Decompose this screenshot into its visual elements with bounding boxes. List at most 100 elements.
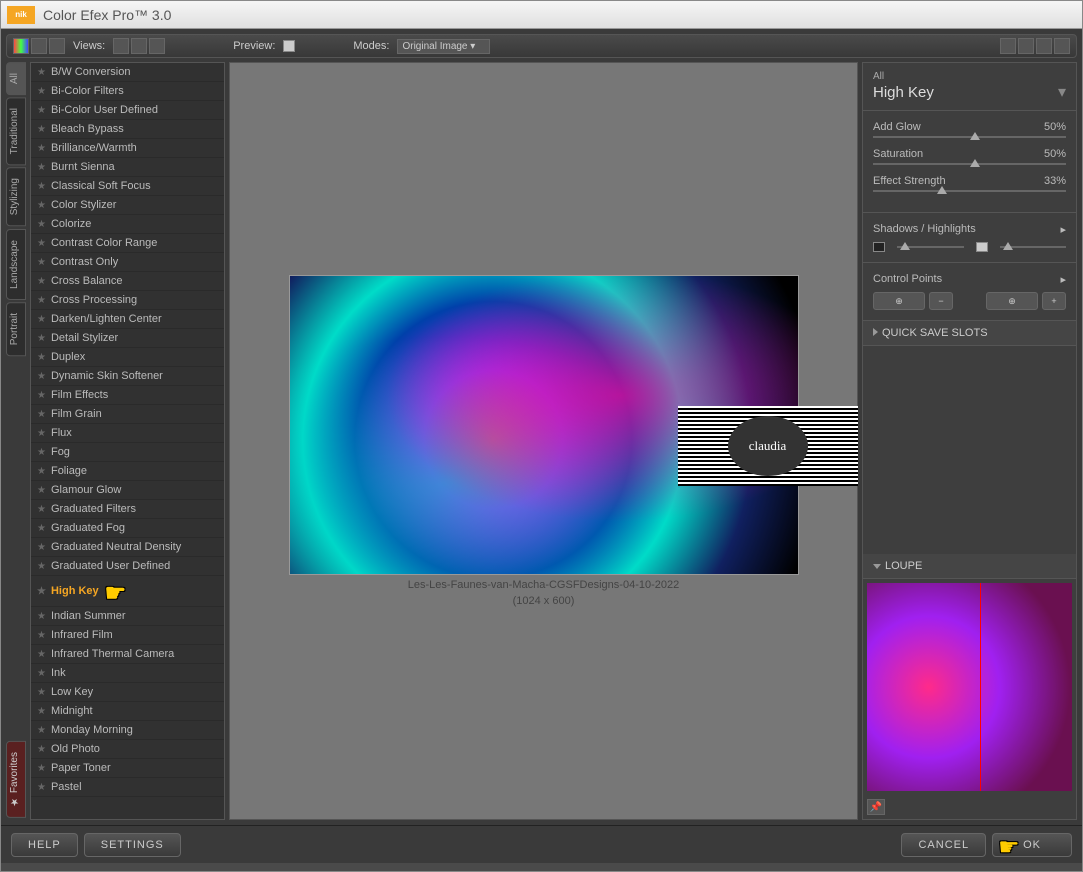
favorites-tab[interactable]: ★ Favorites	[6, 741, 26, 818]
filter-item[interactable]: ★Cross Processing	[31, 291, 224, 310]
filter-list[interactable]: ★B/W Conversion★Bi-Color Filters★Bi-Colo…	[30, 62, 225, 820]
filter-item[interactable]: ★Foliage	[31, 462, 224, 481]
ok-button[interactable]: OK	[992, 833, 1072, 857]
filter-item[interactable]: ★Classical Soft Focus	[31, 177, 224, 196]
star-icon[interactable]: ★	[37, 630, 46, 641]
filter-item[interactable]: ★Pastel	[31, 778, 224, 797]
filter-item[interactable]: ★Infrared Thermal Camera	[31, 645, 224, 664]
star-icon[interactable]: ★	[37, 67, 46, 78]
filter-item[interactable]: ★Graduated User Defined	[31, 557, 224, 576]
preview-checkbox[interactable]: ✓	[283, 40, 295, 52]
modes-dropdown[interactable]: Original Image ▾	[397, 39, 490, 54]
filter-item[interactable]: ★Contrast Color Range	[31, 234, 224, 253]
filter-item[interactable]: ★Ink	[31, 664, 224, 683]
add-control-point-button[interactable]: ⊕	[873, 292, 925, 310]
filter-item[interactable]: ★Graduated Neutral Density	[31, 538, 224, 557]
star-icon[interactable]: ★	[37, 542, 46, 553]
loupe-header[interactable]: LOUPE	[863, 554, 1076, 579]
zoom-tool-icon[interactable]	[1018, 38, 1034, 54]
filter-item[interactable]: ★Dynamic Skin Softener	[31, 367, 224, 386]
filter-item[interactable]: ★Monday Morning	[31, 721, 224, 740]
star-icon[interactable]: ★	[37, 143, 46, 154]
star-icon[interactable]: ★	[37, 295, 46, 306]
star-icon[interactable]: ★	[37, 466, 46, 477]
filter-item[interactable]: ★Graduated Filters	[31, 500, 224, 519]
star-icon[interactable]: ★	[37, 257, 46, 268]
layout-single-icon[interactable]	[113, 38, 129, 54]
cancel-button[interactable]: CANCEL	[901, 833, 986, 857]
filter-item[interactable]: ★Midnight	[31, 702, 224, 721]
filter-item[interactable]: ★Duplex	[31, 348, 224, 367]
filter-item[interactable]: ★Bi-Color Filters	[31, 82, 224, 101]
pin-button[interactable]: 📌	[867, 799, 885, 815]
filter-item[interactable]: ★Flux	[31, 424, 224, 443]
loupe-preview[interactable]	[867, 583, 1072, 791]
quick-save-slots-header[interactable]: QUICK SAVE SLOTS	[863, 321, 1076, 346]
filter-item[interactable]: ★Low Key	[31, 683, 224, 702]
remove-control-point-button[interactable]: −	[929, 292, 953, 310]
star-icon[interactable]: ★	[37, 763, 46, 774]
star-icon[interactable]: ★	[37, 409, 46, 420]
control-point-add-button[interactable]: +	[1042, 292, 1066, 310]
layout-split-icon[interactable]	[131, 38, 147, 54]
star-icon[interactable]: ★	[37, 523, 46, 534]
slider-track[interactable]	[873, 136, 1066, 138]
star-icon[interactable]: ★	[37, 744, 46, 755]
filter-item[interactable]: ★Paper Toner	[31, 759, 224, 778]
star-icon[interactable]: ★	[37, 200, 46, 211]
view-mode-icon-3[interactable]	[49, 38, 65, 54]
filter-item[interactable]: ★Colorize	[31, 215, 224, 234]
filter-item[interactable]: ★Burnt Sienna	[31, 158, 224, 177]
filter-item[interactable]: ★High Key	[31, 576, 224, 607]
star-icon[interactable]: ★	[37, 561, 46, 572]
star-icon[interactable]: ★	[37, 352, 46, 363]
filter-item[interactable]: ★Indian Summer	[31, 607, 224, 626]
star-icon[interactable]: ★	[37, 687, 46, 698]
filter-item[interactable]: ★Bleach Bypass	[31, 120, 224, 139]
star-icon[interactable]: ★	[37, 333, 46, 344]
filter-item[interactable]: ★Detail Stylizer	[31, 329, 224, 348]
star-icon[interactable]: ★	[37, 390, 46, 401]
category-tab-traditional[interactable]: Traditional	[6, 97, 26, 165]
star-icon[interactable]: ★	[37, 668, 46, 679]
lightbulb-tool-icon[interactable]	[1054, 38, 1070, 54]
star-icon[interactable]: ★	[37, 105, 46, 116]
star-icon[interactable]: ★	[37, 162, 46, 173]
layout-side-icon[interactable]	[149, 38, 165, 54]
star-icon[interactable]: ★	[37, 447, 46, 458]
star-icon[interactable]: ★	[37, 181, 46, 192]
pointer-tool-icon[interactable]	[1000, 38, 1016, 54]
category-tab-landscape[interactable]: Landscape	[6, 229, 26, 300]
filter-item[interactable]: ★Glamour Glow	[31, 481, 224, 500]
settings-button[interactable]: SETTINGS	[84, 833, 181, 857]
star-icon[interactable]: ★	[37, 219, 46, 230]
dropdown-icon[interactable]: ▾	[1058, 82, 1066, 102]
star-icon[interactable]: ★	[37, 611, 46, 622]
collapse-icon[interactable]: ▸	[1060, 223, 1066, 236]
shadows-slider[interactable]	[897, 246, 964, 248]
filter-item[interactable]: ★Contrast Only	[31, 253, 224, 272]
star-icon[interactable]: ★	[37, 485, 46, 496]
filter-item[interactable]: ★Fog	[31, 443, 224, 462]
star-icon[interactable]: ★	[37, 314, 46, 325]
filter-item[interactable]: ★Darken/Lighten Center	[31, 310, 224, 329]
help-button[interactable]: HELP	[11, 833, 78, 857]
star-icon[interactable]: ★	[37, 725, 46, 736]
slider-track[interactable]	[873, 190, 1066, 192]
filter-item[interactable]: ★Color Stylizer	[31, 196, 224, 215]
star-icon[interactable]: ★	[37, 86, 46, 97]
category-tab-all[interactable]: All	[6, 62, 26, 95]
star-icon[interactable]: ★	[37, 238, 46, 249]
star-icon[interactable]: ★	[37, 124, 46, 135]
filter-item[interactable]: ★Film Effects	[31, 386, 224, 405]
filter-item[interactable]: ★Cross Balance	[31, 272, 224, 291]
star-icon[interactable]: ★	[37, 706, 46, 717]
star-icon[interactable]: ★	[37, 276, 46, 287]
pan-tool-icon[interactable]	[1036, 38, 1052, 54]
view-mode-icon-2[interactable]	[31, 38, 47, 54]
filter-item[interactable]: ★Brilliance/Warmth	[31, 139, 224, 158]
category-tab-stylizing[interactable]: Stylizing	[6, 167, 26, 226]
star-icon[interactable]: ★	[37, 586, 46, 597]
star-icon[interactable]: ★	[37, 428, 46, 439]
filter-item[interactable]: ★B/W Conversion	[31, 63, 224, 82]
